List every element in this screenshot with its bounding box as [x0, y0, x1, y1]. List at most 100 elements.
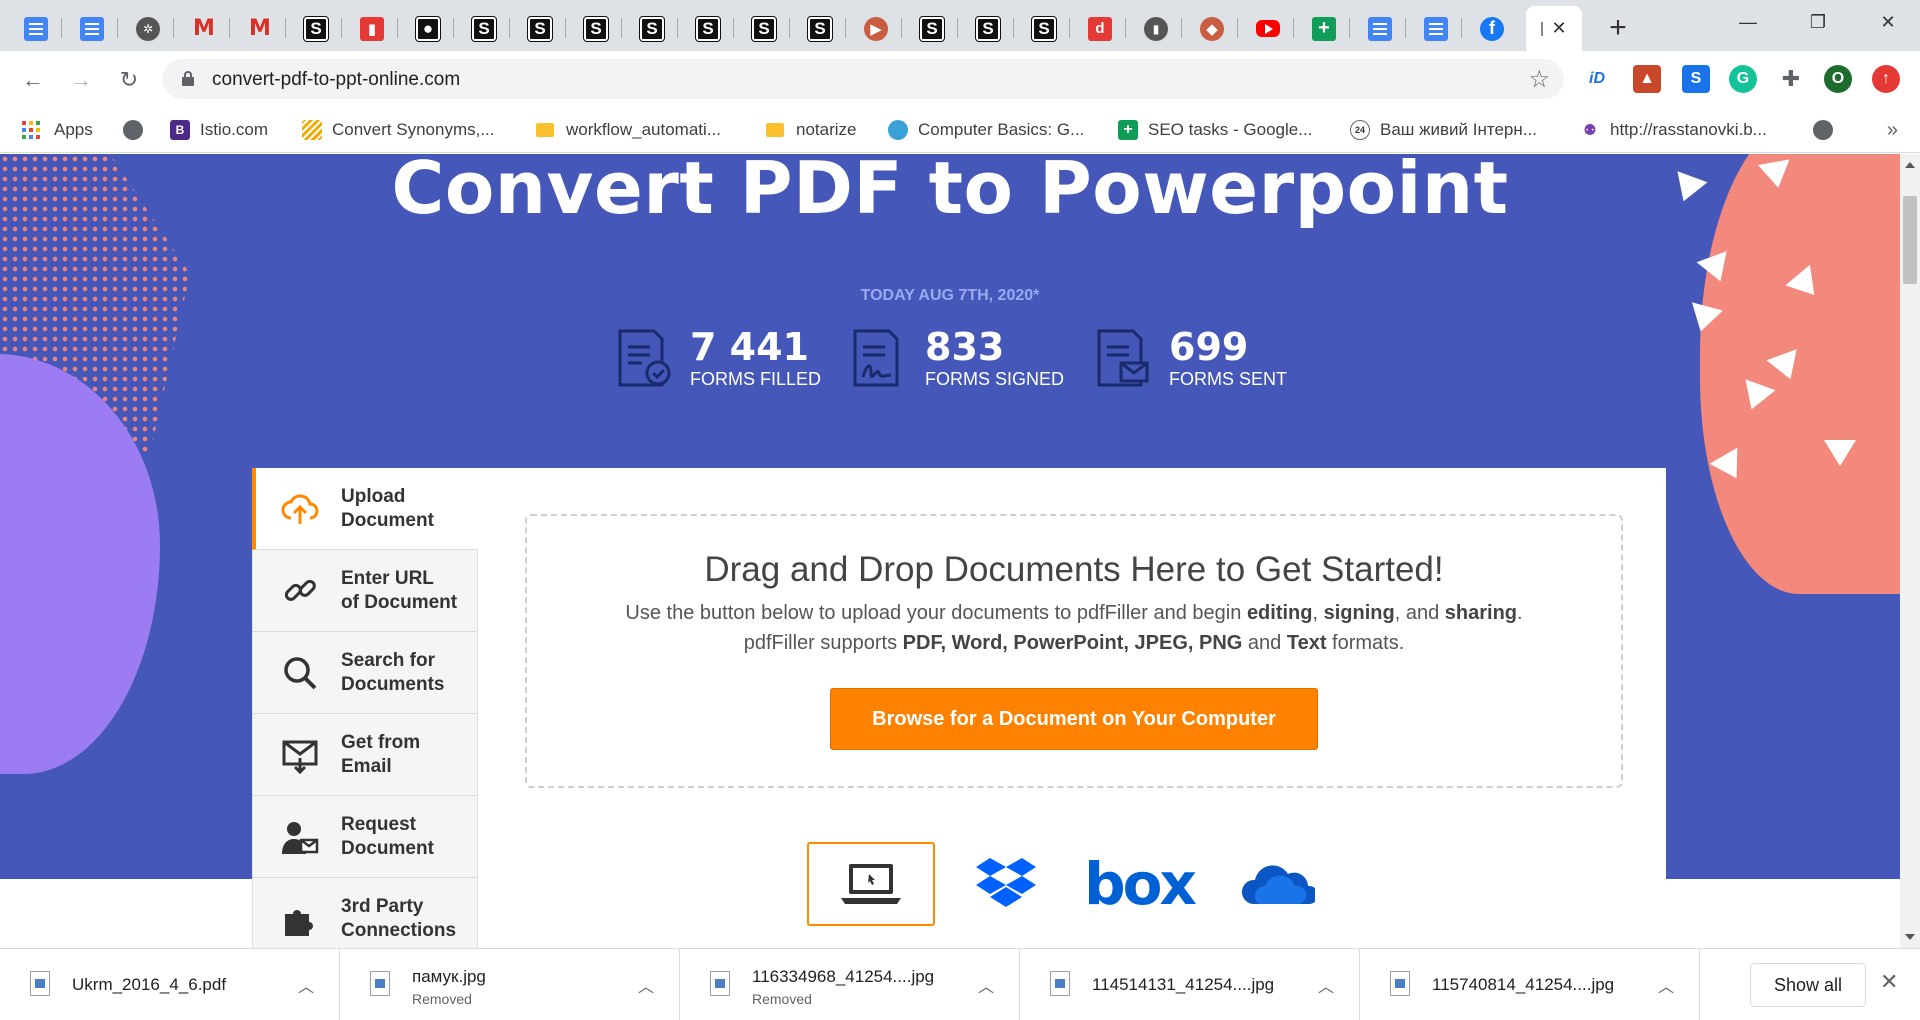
chevron-up-icon[interactable]: ︿ — [1658, 973, 1674, 997]
download-item[interactable]: Ukrm_2016_4_6.pdf ︿ — [0, 949, 340, 1020]
laptop-icon — [841, 864, 901, 904]
chevron-up-icon[interactable]: ︿ — [298, 973, 314, 997]
bookmark-seo-tasks[interactable]: + SEO tasks - Google... — [1118, 117, 1312, 143]
download-item[interactable]: памук.jpg Removed ︿ — [340, 949, 680, 1020]
bookmark-computer-basics[interactable]: Computer Basics: G... — [888, 117, 1084, 143]
forward-icon[interactable]: → — [64, 63, 98, 97]
triangle-extension-icon[interactable]: ▲ — [1633, 65, 1661, 93]
tab[interactable]: S — [794, 6, 846, 51]
tab[interactable]: S — [962, 6, 1014, 51]
scroll-up-icon[interactable] — [1905, 162, 1915, 168]
download-item[interactable]: 115740814_41254....jpg ︿ — [1360, 949, 1700, 1020]
scroll-thumb[interactable] — [1903, 196, 1917, 284]
nav-search-documents[interactable]: Search for Documents — [252, 632, 478, 714]
tab[interactable] — [1354, 6, 1406, 51]
download-item[interactable]: 116334968_41254....jpg Removed ︿ — [680, 949, 1020, 1020]
new-tab-button[interactable]: + — [1600, 10, 1636, 46]
tab[interactable]: + — [1298, 6, 1350, 51]
tab[interactable]: M — [178, 6, 230, 51]
url-text[interactable]: convert-pdf-to-ppt-online.com — [212, 69, 460, 91]
chevron-up-icon[interactable]: ︿ — [1318, 973, 1334, 997]
bookmark-24[interactable]: 24 Ваш живий Інтерн... — [1350, 117, 1537, 143]
d-icon: d — [1088, 16, 1112, 41]
extensions-puzzle-icon[interactable]: ✚ — [1777, 65, 1805, 93]
tab[interactable]: S — [682, 6, 734, 51]
close-download-bar-icon[interactable]: ✕ — [1880, 969, 1898, 995]
close-tab-icon[interactable]: ✕ — [1551, 18, 1566, 39]
tab[interactable]: S — [626, 6, 678, 51]
minimize-icon[interactable]: — — [1720, 0, 1776, 44]
bookmark-globe-2[interactable] — [1813, 117, 1833, 143]
tab[interactable] — [10, 6, 62, 51]
tab-active[interactable]: ✕ — [1526, 6, 1582, 51]
download-item[interactable]: 114514131_41254....jpg ︿ — [1020, 949, 1360, 1020]
source-computer[interactable] — [807, 842, 935, 926]
grammarly-icon[interactable]: G — [1729, 65, 1757, 93]
tab[interactable]: ◆ — [1186, 6, 1238, 51]
s-extension-icon[interactable]: S — [1682, 65, 1710, 93]
tab[interactable]: d — [1074, 6, 1126, 51]
scroll-down-icon[interactable] — [1905, 934, 1915, 940]
stat-label: FORMS SIGNED — [925, 369, 1065, 389]
source-onedrive[interactable] — [1213, 842, 1341, 926]
tab[interactable]: S — [458, 6, 510, 51]
browse-computer-button[interactable]: Browse for a Document on Your Computer — [830, 688, 1318, 750]
show-all-button[interactable]: Show all — [1750, 963, 1866, 1007]
source-box[interactable]: box — [1075, 842, 1203, 926]
tab[interactable] — [66, 6, 118, 51]
tab[interactable]: S — [290, 6, 342, 51]
window-close-icon[interactable]: ✕ — [1860, 0, 1916, 44]
chevron-more-icon[interactable]: » — [1887, 119, 1898, 142]
tab[interactable] — [1410, 6, 1462, 51]
tab[interactable]: ● — [402, 6, 454, 51]
tab[interactable]: S — [738, 6, 790, 51]
reload-icon[interactable]: ↻ — [112, 63, 146, 97]
drop-zone[interactable]: Drag and Drop Documents Here to Get Star… — [525, 514, 1623, 788]
page-content: Convert PDF to Powerpoint TODAY AUG 7TH,… — [0, 154, 1900, 948]
update-icon[interactable]: ↑ — [1872, 65, 1900, 93]
today-date: TODAY AUG 7TH, 2020* — [860, 287, 1040, 304]
nav-upload-document[interactable]: Upload Document — [252, 468, 478, 550]
bookmark-rasstanovki[interactable]: ⚉ http://rasstanovki.b... — [1580, 117, 1767, 143]
tab[interactable]: S — [1018, 6, 1070, 51]
bookmark-workflow[interactable]: workflow_automati... — [536, 117, 721, 143]
chevron-up-icon[interactable]: ︿ — [638, 973, 654, 997]
docs-icon — [80, 16, 104, 41]
tab[interactable]: S — [570, 6, 622, 51]
bookmark-globe[interactable] — [123, 117, 143, 143]
bookmark-star-icon[interactable]: ☆ — [1528, 65, 1550, 94]
restore-icon[interactable]: ❐ — [1790, 0, 1846, 44]
tab[interactable]: M — [234, 6, 286, 51]
s-icon: S — [695, 15, 721, 42]
page-title: Convert PDF to Powerpoint — [391, 154, 1509, 230]
bookmark-apps[interactable]: Apps — [22, 117, 93, 143]
nav-request-document[interactable]: Request Document — [252, 796, 478, 878]
nav-label: Request Document — [341, 813, 434, 859]
tab[interactable]: ▶ — [850, 6, 902, 51]
nav-enter-url[interactable]: Enter URL of Document — [252, 550, 478, 632]
tab[interactable]: S — [514, 6, 566, 51]
tab[interactable]: ✲ — [122, 6, 174, 51]
tab[interactable]: ▮ — [346, 6, 398, 51]
tab[interactable]: ▮ — [1130, 6, 1182, 51]
desc-text: formats. — [1326, 632, 1405, 654]
tab[interactable]: S — [906, 6, 958, 51]
page-scrollbar[interactable] — [1900, 154, 1920, 948]
bookmark-notarize[interactable]: notarize — [766, 117, 856, 143]
bookmark-istio[interactable]: B Istio.com — [170, 117, 268, 143]
back-icon[interactable]: ← — [16, 63, 50, 97]
truck-icon: ▶ — [864, 16, 888, 41]
source-dropbox[interactable] — [942, 842, 1070, 926]
request-user-icon — [282, 821, 319, 854]
lock-icon — [182, 71, 194, 86]
bookmark-convert-synonyms[interactable]: Convert Synonyms,... — [302, 117, 495, 143]
chevron-up-icon[interactable]: ︿ — [978, 973, 994, 997]
nav-get-from-email[interactable]: Get from Email — [252, 714, 478, 796]
id-extension-icon[interactable]: iD — [1583, 65, 1611, 93]
nav-third-party[interactable]: 3rd Party Connections — [252, 878, 478, 948]
address-bar[interactable]: convert-pdf-to-ppt-online.com ☆ — [162, 59, 1564, 99]
profile-avatar[interactable]: O — [1824, 65, 1852, 93]
desc-bold: Text — [1286, 632, 1327, 654]
tab[interactable] — [1242, 6, 1294, 51]
tab[interactable]: f — [1466, 6, 1518, 51]
